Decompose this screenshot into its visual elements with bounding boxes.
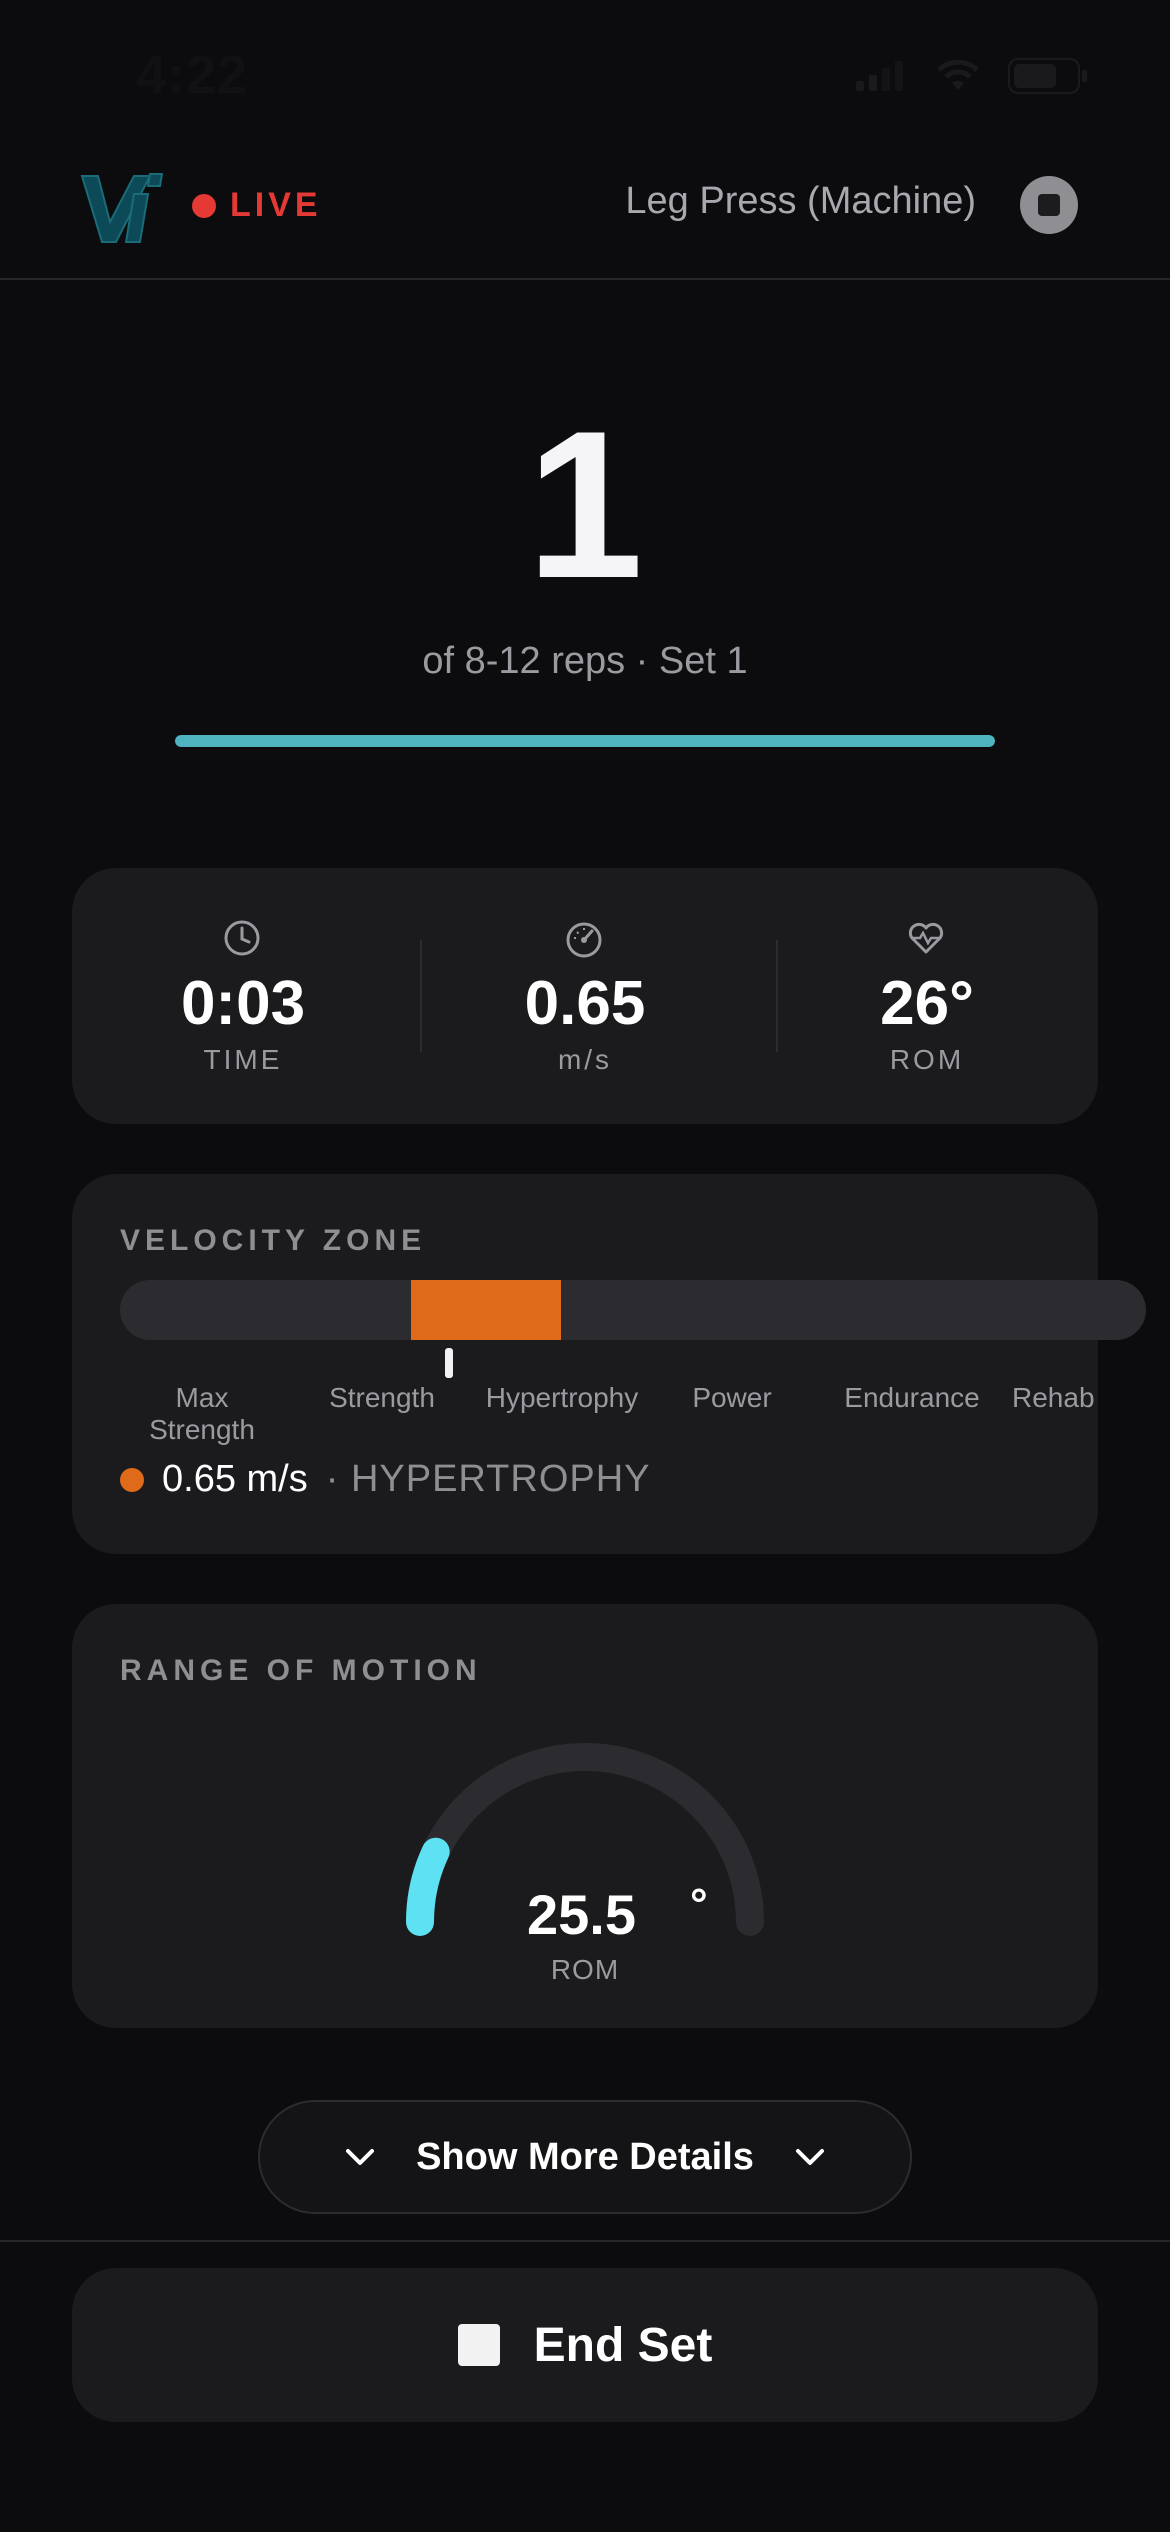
status-icons (856, 58, 1088, 94)
zone-dot-icon (120, 1467, 144, 1492)
end-set-button[interactable]: End Set (72, 2268, 1098, 2422)
stat-value: 0:03 (180, 969, 306, 1038)
live-dot-icon (192, 193, 216, 218)
live-label: LIVE (230, 186, 322, 224)
velocity-zone-track (120, 1280, 1146, 1340)
rep-count: 1 (526, 387, 644, 622)
chevron-down-icon (795, 2149, 824, 2165)
heart-pulse-icon (908, 922, 944, 954)
stat-time: 0:03 TIME (72, 868, 414, 1124)
battery-icon (1008, 58, 1087, 94)
chevron-down-icon (346, 2149, 375, 2165)
zone-label-rehab: Rehab (1012, 1382, 1095, 1413)
rep-progress-bar (175, 735, 995, 747)
rep-subtitle: of 8-12 reps · Set 1 (422, 640, 748, 682)
velocity-zone-card: VELOCITY ZONE Max Strength Strength Hype… (72, 1174, 1146, 1554)
zone-label-power: Power (692, 1382, 772, 1413)
stat-label: TIME (203, 1044, 283, 1075)
exercise-name: Leg Press (Machine) (625, 180, 976, 222)
stop-icon (1038, 194, 1060, 216)
end-set-label: End Set (533, 2318, 713, 2372)
rep-progress-fill (175, 735, 995, 747)
clock-icon (224, 920, 260, 956)
status-time: 4:22 (136, 45, 249, 105)
rom-value: 25.5 (527, 1883, 636, 1946)
rom-label: ROM (550, 1954, 620, 1985)
velocity-reading: 0.65 m/s · HYPERTROPHY (120, 1458, 651, 1501)
velocity-speed: 0.65 m/s (162, 1458, 308, 1500)
velocity-zone-active-segment (411, 1280, 561, 1340)
stat-velocity: 0.65 m/s (414, 868, 756, 1124)
zone-label-max-strength: Max Strength (149, 1382, 255, 1445)
stop-square-icon (457, 2324, 500, 2366)
stat-rom: 26° ROM (756, 868, 1098, 1124)
stop-button[interactable] (1020, 176, 1078, 234)
header: LIVE Leg Press (Machine) (0, 150, 1170, 280)
wifi-icon (937, 60, 979, 90)
rom-unit: ° (690, 1880, 708, 1929)
stat-label: ROM (889, 1044, 965, 1075)
range-of-motion-card: RANGE OF MOTION 25.5 ° ROM (72, 1604, 1098, 2028)
cellular-signal-icon (856, 61, 903, 91)
stats-card: 0:03 TIME 0.65 m/s 26° ROM (72, 868, 1098, 1124)
live-indicator: LIVE (192, 186, 322, 225)
velocity-zone-marker (445, 1348, 453, 1378)
stat-value: 0.65 (524, 969, 646, 1038)
zone-label-endurance: Endurance (844, 1382, 980, 1413)
stat-label: m/s (557, 1044, 613, 1075)
bottom-divider (0, 2240, 1170, 2242)
velocity-zone-name: · HYPERTROPHY (325, 1458, 651, 1500)
zone-label-strength: Strength (329, 1382, 435, 1413)
speedometer-icon (566, 922, 602, 958)
app-logo (80, 173, 164, 243)
show-more-details-label: Show More Details (416, 2135, 754, 2178)
velocity-zone-title: VELOCITY ZONE (120, 1224, 427, 1257)
zone-label-hypertrophy: Hypertrophy (485, 1382, 639, 1413)
stat-value: 26° (880, 969, 974, 1038)
show-more-details-button[interactable]: Show More Details (258, 2100, 912, 2214)
rom-gauge-fill (405, 1837, 450, 1936)
status-bar: 4:22 (0, 0, 1170, 150)
